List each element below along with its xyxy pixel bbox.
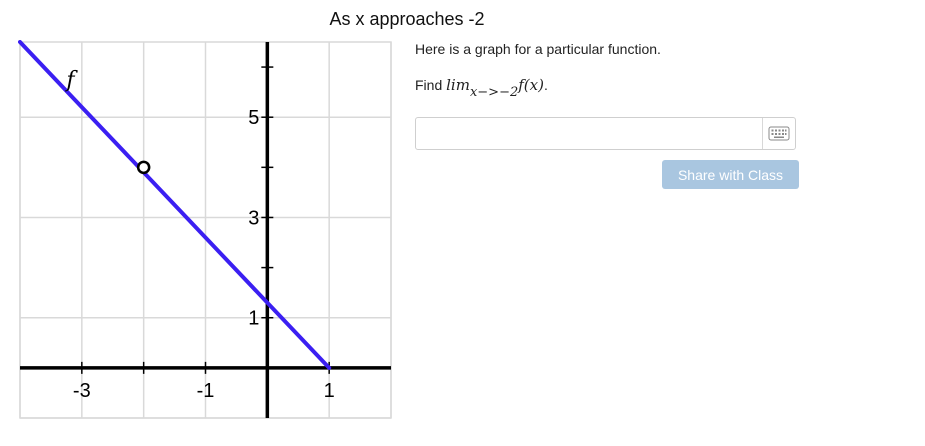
tick-labels: -3 -1 1 1 3 5 f [64,68,334,402]
x-tick-label: -3 [73,380,91,402]
function-graph: -3 -1 1 1 3 5 f [18,40,392,419]
y-tick-label: 3 [248,207,259,229]
page-title: As x approaches -2 [329,9,485,29]
question-text: Find limx−>−2f(x). [415,76,548,100]
y-tick-label: 1 [248,308,259,330]
y-tick-label: 5 [248,107,259,129]
keyboard-divider [762,118,763,149]
share-with-class-button[interactable]: Share with Class [662,160,799,189]
keyboard-icon[interactable] [768,126,790,141]
answer-field [415,117,796,150]
problem-prompt: Here is a graph for a particular functio… [415,41,661,57]
lim-text: lim [446,76,470,94]
function-expression: f(x) [518,76,544,94]
function-label: f [64,68,78,93]
open-point [136,160,151,175]
question-period: . [543,77,548,93]
x-tick-label: -1 [197,380,215,402]
find-label: Find [415,77,443,93]
answer-input[interactable] [417,119,762,148]
x-tick-label: 1 [324,380,335,402]
lim-subscript: x−>−2 [469,85,519,100]
